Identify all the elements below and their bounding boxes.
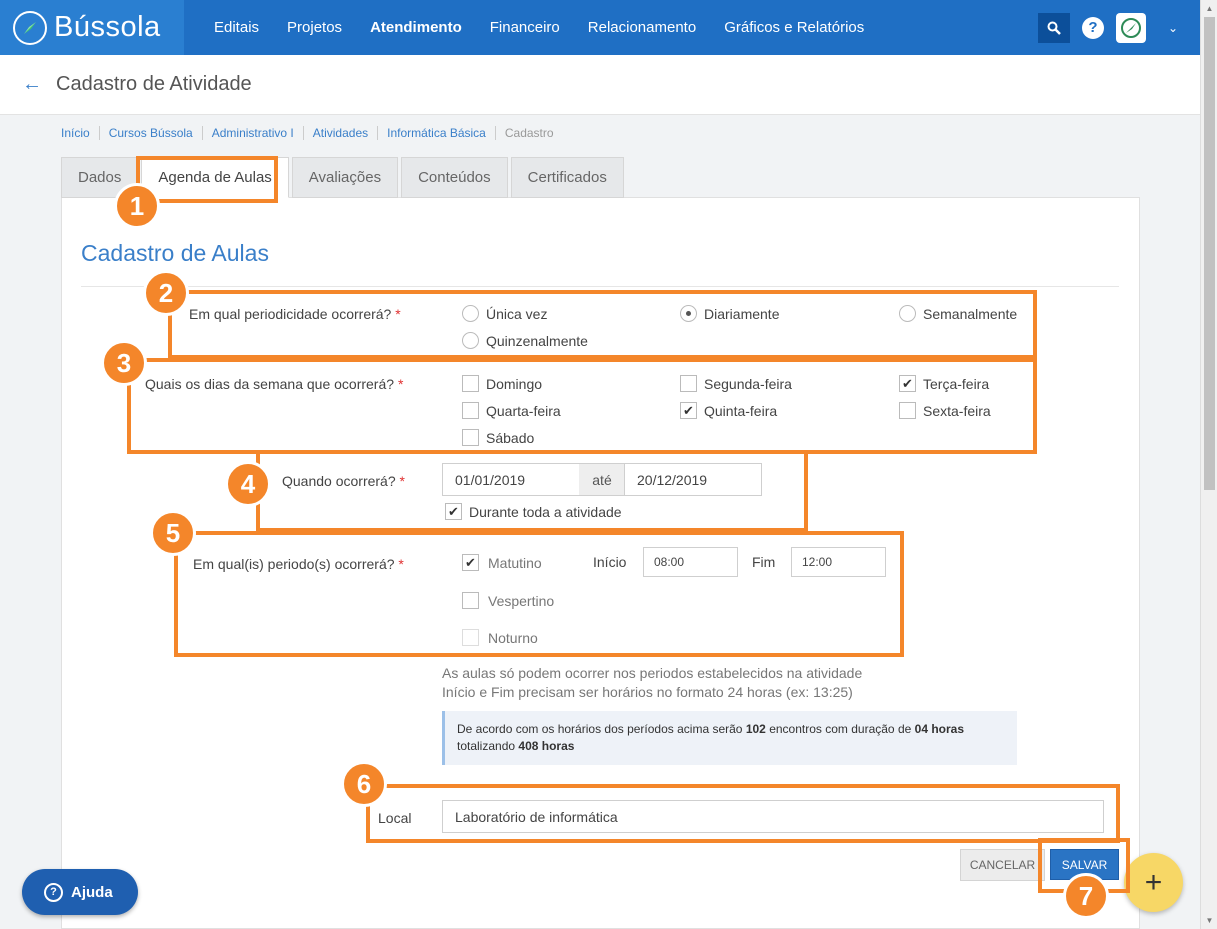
- nav-item-editais[interactable]: Editais: [214, 19, 259, 36]
- top-navbar: Bússola Editais Projetos Atendimento Fin…: [0, 0, 1200, 55]
- section-divider: [81, 286, 1119, 287]
- compass-icon: [13, 10, 47, 45]
- tab-conteudos[interactable]: Conteúdos: [401, 157, 508, 198]
- breadcrumb-item[interactable]: Administrativo I: [212, 126, 304, 140]
- annotation-badge-2: 2: [143, 270, 189, 316]
- nav-item-atendimento[interactable]: Atendimento: [370, 19, 462, 36]
- summary-text: De acordo com os horários dos períodos a…: [457, 722, 743, 736]
- breadcrumb: Início Cursos Bússola Administrativo I A…: [61, 126, 572, 140]
- tab-avaliacoes[interactable]: Avaliações: [291, 157, 399, 198]
- scroll-up-icon[interactable]: ▲: [1201, 0, 1217, 17]
- help-icon[interactable]: ?: [1081, 16, 1104, 39]
- back-arrow-icon[interactable]: ←: [22, 73, 42, 96]
- add-fab-button[interactable]: +: [1124, 853, 1183, 912]
- summary-meetings: 102: [745, 722, 766, 736]
- breadcrumb-item[interactable]: Informática Básica: [387, 126, 496, 140]
- scroll-down-icon[interactable]: ▼: [1201, 912, 1217, 929]
- compass-icon: [1120, 17, 1141, 38]
- annotation-badge-7: 7: [1063, 873, 1109, 919]
- help-float-button[interactable]: ? Ajuda: [22, 869, 138, 915]
- nav-item-financeiro[interactable]: Financeiro: [490, 19, 560, 36]
- page-scrollbar[interactable]: ▲ ▼: [1200, 0, 1217, 929]
- main-nav: Editais Projetos Atendimento Financeiro …: [200, 0, 878, 55]
- annotation-box-3: [127, 358, 1037, 454]
- scroll-thumb[interactable]: [1204, 17, 1215, 490]
- annotation-box-6: [366, 784, 1120, 843]
- chevron-down-icon[interactable]: ⌄: [1168, 21, 1178, 35]
- annotation-box-4: [256, 452, 808, 532]
- breadcrumb-item[interactable]: Início: [61, 126, 100, 140]
- nav-actions: ? ⌄: [1037, 0, 1200, 55]
- tab-certificados[interactable]: Certificados: [510, 157, 624, 198]
- help-button-label: Ajuda: [71, 883, 113, 901]
- summary-total: 408 horas: [518, 739, 575, 753]
- hint-text: Início e Fim precisam ser horários no fo…: [442, 684, 853, 700]
- annotation-badge-3: 3: [101, 340, 147, 386]
- search-icon: [1047, 21, 1061, 35]
- summary-info-box: De acordo com os horários dos períodos a…: [442, 711, 1017, 765]
- avatar[interactable]: [1115, 12, 1146, 43]
- breadcrumb-current: Cadastro: [504, 126, 554, 140]
- summary-text: encontros com duração de: [769, 722, 912, 736]
- breadcrumb-item[interactable]: Atividades: [313, 126, 379, 140]
- cancel-button[interactable]: CANCELAR: [960, 849, 1045, 881]
- page-title: Cadastro de Atividade: [56, 73, 252, 95]
- help-icon: ?: [44, 882, 63, 902]
- annotation-box-2: [168, 290, 1037, 359]
- nav-item-relacionamento[interactable]: Relacionamento: [588, 19, 696, 36]
- summary-text: totalizando: [457, 739, 516, 753]
- hint-text: As aulas só podem ocorrer nos periodos e…: [442, 665, 863, 681]
- summary-duration: 04 horas: [914, 722, 964, 736]
- section-title: Cadastro de Aulas: [81, 240, 269, 266]
- annotation-box-5: [174, 531, 904, 657]
- brand-logo[interactable]: Bússola: [0, 0, 184, 55]
- brand-name: Bússola: [54, 11, 161, 43]
- annotation-badge-4: 4: [225, 461, 271, 507]
- breadcrumb-item[interactable]: Cursos Bússola: [109, 126, 203, 140]
- page-header: ← Cadastro de Atividade: [0, 55, 1200, 115]
- search-button[interactable]: [1037, 12, 1070, 43]
- nav-item-projetos[interactable]: Projetos: [287, 19, 342, 36]
- annotation-badge-1: 1: [114, 183, 160, 229]
- nav-item-graficos-relatorios[interactable]: Gráficos e Relatórios: [724, 19, 864, 36]
- annotation-badge-5: 5: [150, 510, 196, 556]
- annotation-badge-6: 6: [341, 761, 387, 807]
